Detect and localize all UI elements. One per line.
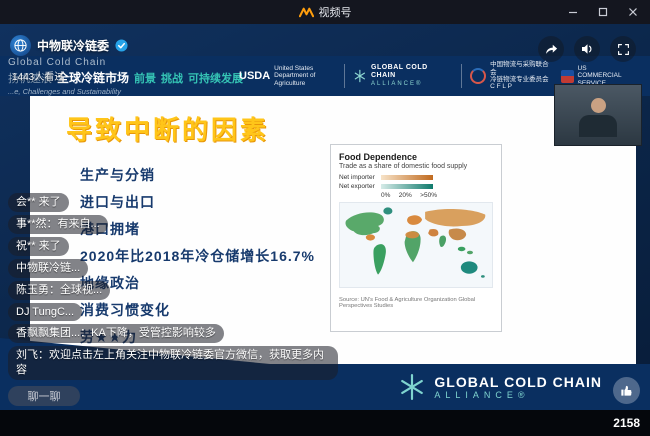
tagline-chip-challenges: 挑战 [161, 70, 183, 86]
chat-message: 陈玉勇：全球视... [8, 281, 110, 300]
close-icon [628, 7, 638, 17]
maximize-button[interactable] [588, 0, 618, 24]
chart-title: Food Dependence [339, 152, 493, 162]
legend-importer-row: Net importer [339, 174, 493, 181]
thumbs-up-icon [619, 383, 634, 398]
chat-message: 会** 来了 [8, 193, 69, 212]
slide-title: 导致中断的因素 [66, 110, 269, 147]
close-button[interactable] [618, 0, 648, 24]
scale-20: 20% [399, 192, 412, 199]
slide-brand-title: Global Cold Chain [8, 57, 239, 68]
like-button[interactable] [613, 377, 640, 404]
gcca-line1: GLOBAL COLD CHAIN [371, 64, 453, 81]
chart-subtitle: Trade as a share of domestic food supply [339, 163, 493, 170]
app-title: 视频号 [319, 4, 352, 20]
legend-exporter-swatch [381, 184, 433, 189]
legend-exporter-row: Net exporter [339, 183, 493, 190]
live-stream-stage: Global Cold Chain 扬帆速浪 全球冷链市场 前景 挑战 可持续发… [0, 24, 650, 436]
chart-source: Source: UN's Food & Agriculture Organiza… [339, 297, 493, 309]
chat-message: 香飘飘集团...：KA下降，受管控影响较多 [8, 324, 224, 343]
logo-divider [461, 64, 462, 88]
channels-logo-icon [299, 6, 314, 18]
slide-bullet: 生产与分销 [80, 162, 315, 189]
uscs-line1: US [578, 65, 640, 72]
cflp-emblem-icon [470, 68, 486, 84]
stream-actions [538, 36, 636, 62]
us-flag-icon [561, 70, 574, 83]
titlebar-brand: 视频号 [299, 4, 352, 20]
snowflake-icon [399, 374, 425, 400]
cflp-acronym: C F L P [490, 83, 552, 90]
verified-badge-icon [115, 39, 128, 52]
slide-header-band: Global Cold Chain 扬帆速浪 全球冷链市场 前景 挑战 可持续发… [0, 56, 650, 96]
chat-message: 祝** 来了 [8, 237, 69, 256]
speaker-icon [580, 42, 594, 56]
cflp-text: 中国物流与采购联合会 冷链物流专业委员会 C F L P [490, 61, 552, 91]
speaker-video [554, 84, 642, 146]
gcca-footer-line1: GLOBAL COLD CHAIN [434, 374, 602, 390]
logo-divider [344, 64, 345, 88]
titlebar: 视频号 [0, 0, 650, 24]
volume-button[interactable] [574, 36, 600, 62]
usda-logo: USDA United States Department of Agricul… [239, 65, 336, 87]
viewer-count: 1443人看过 [12, 68, 64, 83]
cflp-line1: 中国物流与采购联合会 [490, 61, 552, 76]
slide-subtitle-en: ...e, Challenges and Sustainability [8, 87, 239, 96]
channel-name[interactable]: 中物联冷链委 [37, 37, 109, 54]
like-count: 2158 [613, 416, 640, 430]
world-map [339, 202, 493, 288]
gcca-footer-line2: ALLIANCE® [434, 390, 602, 400]
usda-name: United States Department of Agriculture [274, 65, 336, 87]
usda-acronym: USDA [239, 70, 270, 82]
gcca-logo: GLOBAL COLD CHAIN ALLIANCE® [353, 64, 453, 88]
tagline-chip-sustainability: 可持续发展 [188, 70, 243, 86]
chat-message: DJ TungC... [8, 303, 82, 322]
maximize-icon [598, 7, 608, 17]
gcca-footer-logo: GLOBAL COLD CHAIN ALLIANCE® [399, 374, 602, 400]
legend-exporter-label: Net exporter [339, 183, 377, 190]
legend-importer-swatch [381, 175, 433, 180]
chat-message: 事**然：有来自... [8, 215, 108, 234]
app-window: 视频号 Global Cold Chain 扬帆速浪 全球冷链市场 前景 [0, 0, 650, 436]
speaker-shoulders [579, 115, 617, 137]
cflp-line2: 冷链物流专业委员会 [490, 76, 552, 83]
share-button[interactable] [538, 36, 564, 62]
speaker-head [591, 98, 606, 113]
gcca-line2: ALLIANCE® [371, 81, 453, 88]
legend-scale: 0% 20% >50% [381, 192, 437, 199]
gcca-footer-text: GLOBAL COLD CHAIN ALLIANCE® [434, 374, 602, 400]
chat-message-list: 会** 来了 事**然：有来自... 祝** 来了 中物联冷链... 陈玉勇：全… [8, 193, 338, 380]
channel-avatar[interactable] [10, 35, 31, 56]
window-controls [558, 0, 648, 24]
fullscreen-button[interactable] [610, 36, 636, 62]
fullscreen-icon [617, 43, 630, 56]
scale-50: >50% [420, 192, 437, 199]
food-dependence-chart: Food Dependence Trade as a share of dome… [330, 144, 502, 332]
globe-icon [13, 38, 28, 53]
chat-message: 中物联冷链... [8, 259, 88, 278]
minimize-icon [568, 7, 578, 17]
scale-0: 0% [381, 192, 390, 199]
snowflake-icon [353, 69, 367, 83]
bottom-bar: 2158 [0, 410, 650, 436]
chat-message: 刘飞：欢迎点击左上角关注中物联冷链委官方微信，获取更多内容 [8, 346, 338, 380]
channel-header[interactable]: 中物联冷链委 [10, 35, 128, 56]
gcca-text: GLOBAL COLD CHAIN ALLIANCE® [371, 64, 453, 88]
tagline-main: 全球冷链市场 [57, 69, 129, 86]
cflp-logo: 中国物流与采购联合会 冷链物流专业委员会 C F L P [470, 61, 552, 91]
minimize-button[interactable] [558, 0, 588, 24]
share-icon [544, 43, 558, 56]
legend-importer-label: Net importer [339, 174, 377, 181]
tagline-chip-prospects: 前景 [134, 70, 156, 86]
chat-input[interactable]: 聊一聊 [8, 386, 80, 406]
